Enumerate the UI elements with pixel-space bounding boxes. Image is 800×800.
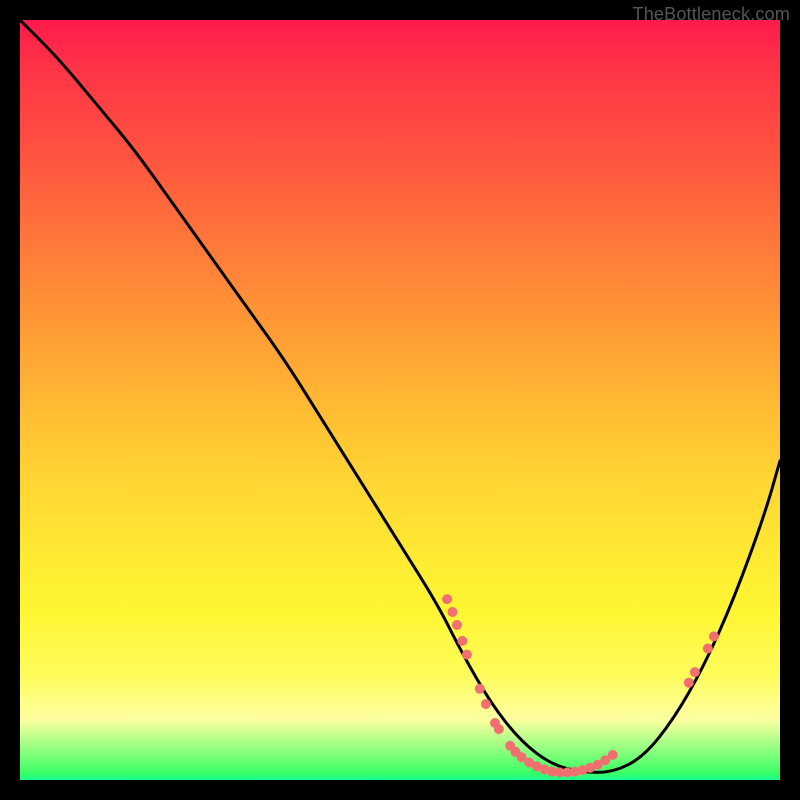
data-marker xyxy=(447,607,457,617)
data-marker xyxy=(481,699,491,709)
markers-group xyxy=(442,594,719,777)
chart-svg xyxy=(20,20,780,780)
data-marker xyxy=(462,650,472,660)
plot-area xyxy=(20,20,780,780)
data-marker xyxy=(608,750,618,760)
data-marker xyxy=(703,644,713,654)
data-marker xyxy=(475,684,485,694)
data-marker xyxy=(442,594,452,604)
data-marker xyxy=(684,678,694,688)
curve-line xyxy=(20,20,780,772)
data-marker xyxy=(690,667,700,677)
data-marker xyxy=(494,724,504,734)
data-marker xyxy=(709,631,719,641)
data-marker xyxy=(457,636,467,646)
data-marker xyxy=(452,620,462,630)
watermark-text: TheBottleneck.com xyxy=(633,4,790,25)
